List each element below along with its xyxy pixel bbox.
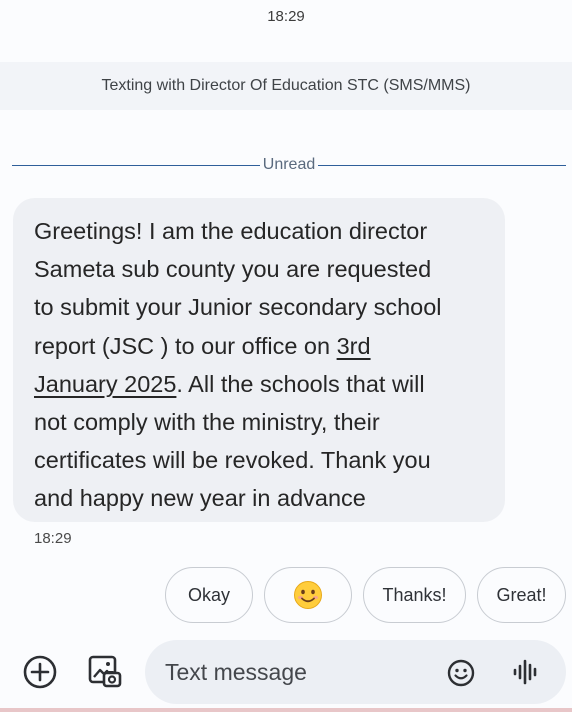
status-time: 18:29 (267, 8, 305, 25)
message-text: . All the schools that will (176, 370, 425, 397)
messaging-screen: 18:29 Texting with Director Of Education… (0, 0, 572, 712)
compose-bar (0, 636, 572, 708)
bottom-edge-divider (0, 708, 572, 712)
unread-line-left (12, 164, 260, 166)
add-icon (23, 655, 57, 689)
message-bubble[interactable]: Greetings! I am the education director S… (13, 198, 505, 522)
message-timestamp: 18:29 (34, 530, 72, 547)
gallery-icon (88, 655, 122, 688)
message-text: report (JSC ) to our office on (34, 332, 337, 359)
message-line: and happy new year in advance (34, 485, 366, 512)
smart-reply-emoji[interactable] (264, 567, 352, 623)
unread-line-right (318, 164, 567, 166)
smiling-face-emoji-icon (294, 581, 322, 609)
add-attachment-button[interactable] (22, 654, 58, 690)
conversation-banner: Texting with Director Of Education STC (… (0, 62, 572, 110)
date-link[interactable]: 3rd (337, 333, 371, 359)
message-line: Sameta sub county you are requested (34, 256, 432, 283)
unread-divider: Unread (12, 154, 567, 176)
message-line: not comply with the ministry, their (34, 409, 380, 436)
message-line: January 2025. All the schools that will (34, 365, 485, 403)
emoji-icon (447, 659, 475, 687)
emoji-button[interactable] (446, 658, 476, 688)
smart-reply-thanks[interactable]: Thanks! (363, 567, 466, 623)
message-line: report (JSC ) to our office on 3rd (34, 327, 485, 365)
message-line: Greetings! I am the education director (34, 218, 428, 244)
message-line: certificates will be revoked. Thank you (34, 447, 431, 474)
unread-label: Unread (262, 156, 316, 173)
message-composer[interactable] (145, 640, 566, 704)
message-line: to submit your Junior secondary school (34, 294, 442, 321)
text-message-input[interactable] (165, 652, 435, 692)
gallery-button[interactable] (86, 652, 124, 690)
smart-reply-great[interactable]: Great! (477, 567, 566, 623)
voice-icon (513, 659, 537, 685)
smart-reply-okay[interactable]: Okay (165, 567, 253, 623)
date-link[interactable]: January 2025 (34, 371, 176, 397)
voice-message-button[interactable] (511, 657, 541, 687)
